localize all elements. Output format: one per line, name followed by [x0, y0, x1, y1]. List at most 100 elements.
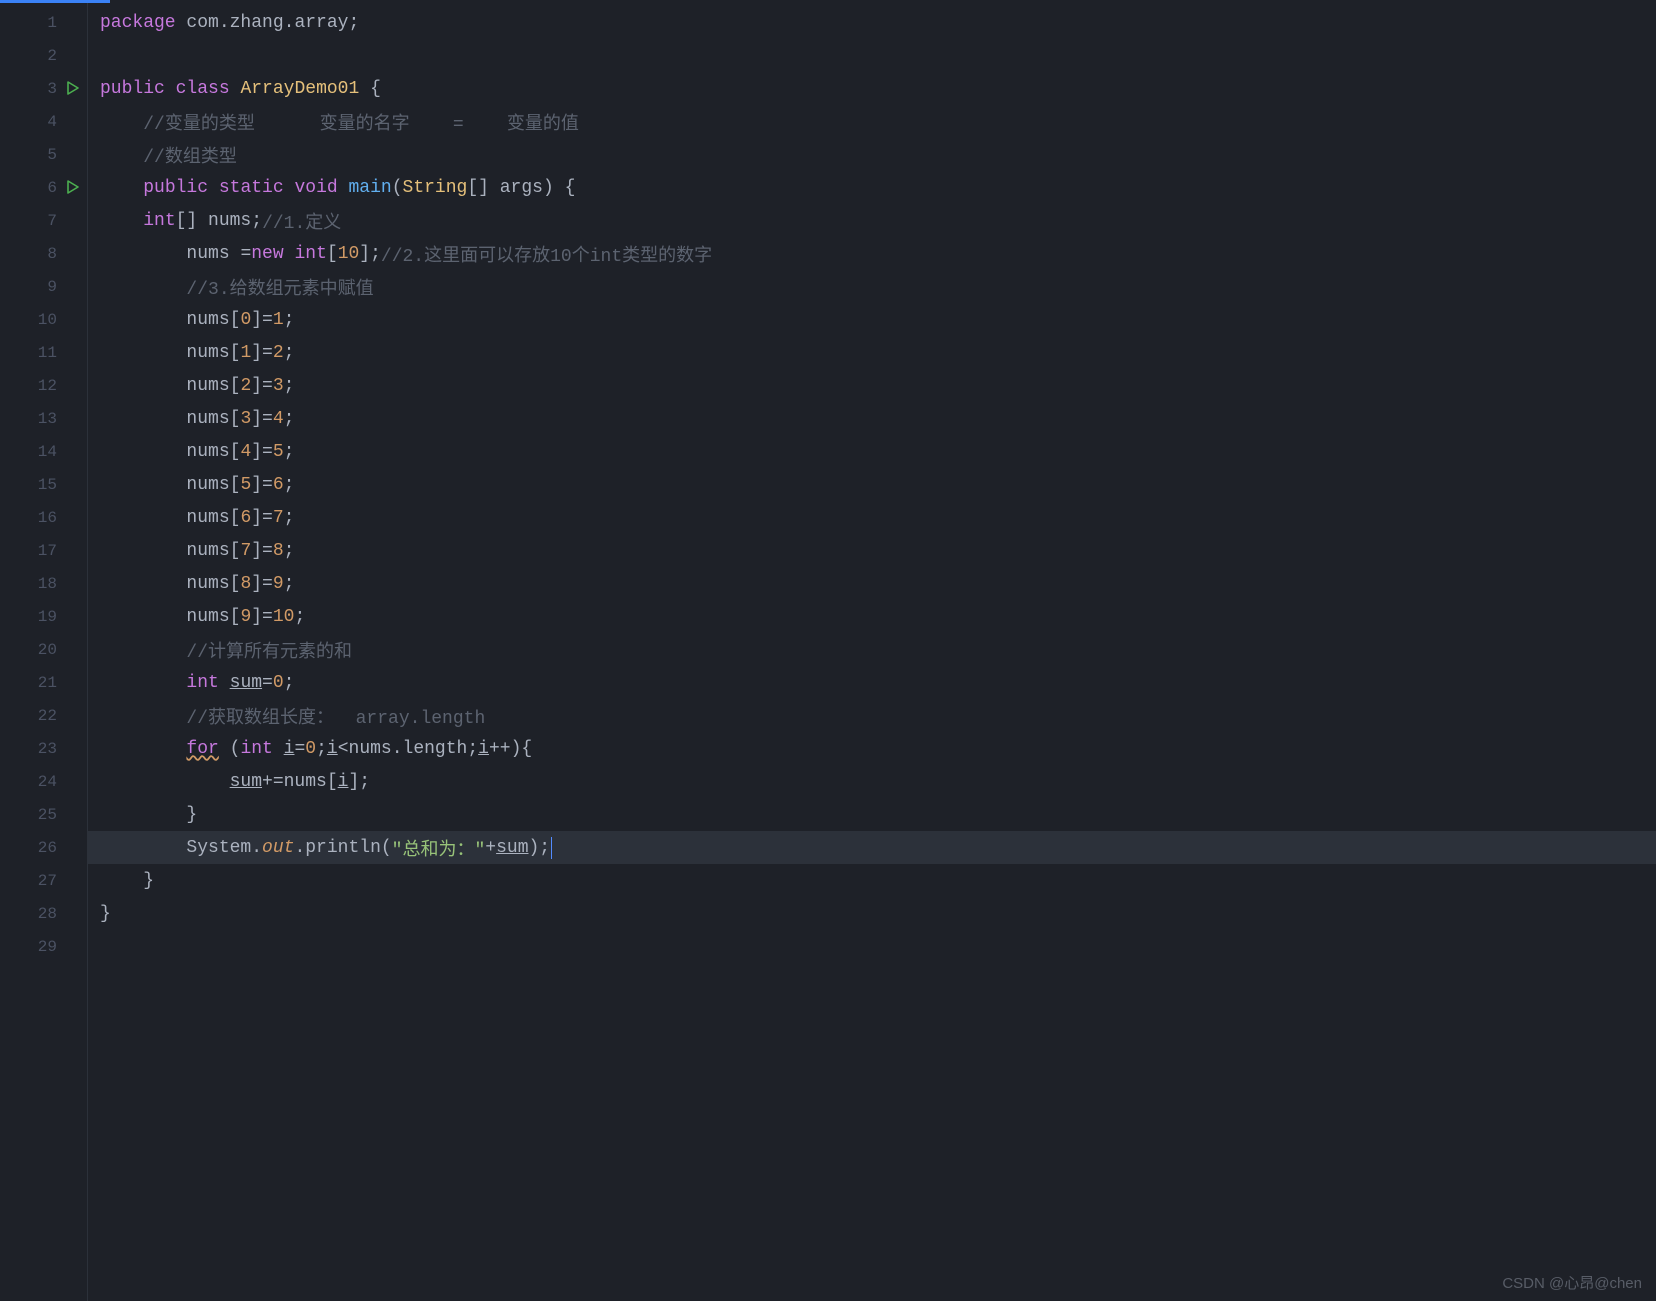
- code-area[interactable]: package com.zhang.array; public class Ar…: [88, 0, 1656, 1301]
- brace: {: [370, 79, 381, 99]
- code-line[interactable]: nums[3]=4;: [88, 402, 1656, 435]
- code-line[interactable]: sum+=nums[i];: [88, 765, 1656, 798]
- number: 4: [273, 409, 284, 429]
- identifier: i: [338, 772, 349, 792]
- keyword: static: [219, 178, 284, 198]
- punct: ]=: [251, 376, 273, 396]
- number: 2: [273, 343, 284, 363]
- run-icon[interactable]: [67, 180, 81, 196]
- code-line[interactable]: nums[7]=8;: [88, 534, 1656, 567]
- identifier: nums[: [186, 607, 240, 627]
- gutter-line-number[interactable]: 27: [0, 864, 87, 897]
- gutter-line-number[interactable]: 19: [0, 600, 87, 633]
- code-line[interactable]: int[] nums;//1.定义: [88, 204, 1656, 237]
- identifier: nums[: [186, 475, 240, 495]
- brackets: []: [176, 211, 208, 231]
- watermark: CSDN @心昂@chen: [1502, 1272, 1642, 1293]
- gutter-line-number[interactable]: 22: [0, 699, 87, 732]
- code-line[interactable]: }: [88, 864, 1656, 897]
- method-call: .println(: [294, 838, 391, 858]
- gutter-line-number[interactable]: 12: [0, 369, 87, 402]
- code-line[interactable]: public class ArrayDemo01 {: [88, 72, 1656, 105]
- gutter-line-number[interactable]: 21: [0, 666, 87, 699]
- identifier: System.: [186, 838, 262, 858]
- number: 5: [273, 442, 284, 462]
- punct: <nums.length;: [338, 739, 478, 759]
- semicolon: ;: [316, 739, 327, 759]
- number: 3: [273, 376, 284, 396]
- code-line[interactable]: //计算所有元素的和: [88, 633, 1656, 666]
- brace: }: [186, 805, 197, 825]
- code-line[interactable]: int sum=0;: [88, 666, 1656, 699]
- code-line[interactable]: //获取数组长度： array.length: [88, 699, 1656, 732]
- code-line[interactable]: [88, 930, 1656, 963]
- gutter-line-number[interactable]: 25: [0, 798, 87, 831]
- package-path: com.zhang.array: [176, 13, 349, 33]
- code-line[interactable]: //变量的类型 变量的名字 = 变量的值: [88, 105, 1656, 138]
- number: 2: [240, 376, 251, 396]
- identifier: nums[: [186, 310, 240, 330]
- code-line[interactable]: for (int i=0;i<nums.length;i++){: [88, 732, 1656, 765]
- code-line[interactable]: //数组类型: [88, 138, 1656, 171]
- gutter-line-number[interactable]: 14: [0, 435, 87, 468]
- gutter-line-number[interactable]: 29: [0, 930, 87, 963]
- identifier: sum: [230, 772, 262, 792]
- number: 8: [273, 541, 284, 561]
- identifier: nums: [186, 244, 240, 264]
- gutter-line-number[interactable]: 6: [0, 171, 87, 204]
- gutter-line-number[interactable]: 8: [0, 237, 87, 270]
- code-line[interactable]: nums[1]=2;: [88, 336, 1656, 369]
- punct: ]=: [251, 475, 273, 495]
- gutter[interactable]: 1234567891011121314151617181920212223242…: [0, 0, 88, 1301]
- gutter-line-number[interactable]: 18: [0, 567, 87, 600]
- gutter-line-number[interactable]: 24: [0, 765, 87, 798]
- semicolon: ;: [284, 310, 295, 330]
- code-line[interactable]: package com.zhang.array;: [88, 6, 1656, 39]
- gutter-line-number[interactable]: 11: [0, 336, 87, 369]
- code-line[interactable]: nums[2]=3;: [88, 369, 1656, 402]
- gutter-line-number[interactable]: 7: [0, 204, 87, 237]
- number: 10: [338, 244, 360, 264]
- gutter-line-number[interactable]: 10: [0, 303, 87, 336]
- code-line[interactable]: nums[0]=1;: [88, 303, 1656, 336]
- gutter-line-number[interactable]: 15: [0, 468, 87, 501]
- code-line[interactable]: nums[5]=6;: [88, 468, 1656, 501]
- code-line[interactable]: nums[4]=5;: [88, 435, 1656, 468]
- static-field: out: [262, 838, 294, 858]
- gutter-line-number[interactable]: 4: [0, 105, 87, 138]
- code-line[interactable]: //3.给数组元素中赋值: [88, 270, 1656, 303]
- identifier: nums[: [186, 409, 240, 429]
- gutter-line-number[interactable]: 5: [0, 138, 87, 171]
- code-line[interactable]: }: [88, 798, 1656, 831]
- code-line[interactable]: nums[9]=10;: [88, 600, 1656, 633]
- gutter-line-number[interactable]: 16: [0, 501, 87, 534]
- code-line[interactable]: nums[8]=9;: [88, 567, 1656, 600]
- code-line[interactable]: public static void main(String[] args) {: [88, 171, 1656, 204]
- code-line[interactable]: }: [88, 897, 1656, 930]
- number: 7: [240, 541, 251, 561]
- gutter-line-number[interactable]: 20: [0, 633, 87, 666]
- gutter-line-number[interactable]: 26: [0, 831, 87, 864]
- code-editor[interactable]: 1234567891011121314151617181920212223242…: [0, 0, 1656, 1301]
- gutter-line-number[interactable]: 3: [0, 72, 87, 105]
- gutter-line-number[interactable]: 2: [0, 39, 87, 72]
- gutter-line-number[interactable]: 17: [0, 534, 87, 567]
- string: "总和为：": [392, 835, 486, 861]
- gutter-line-number[interactable]: 1: [0, 6, 87, 39]
- code-line[interactable]: nums =new int[10];//2.这里面可以存放10个int类型的数字: [88, 237, 1656, 270]
- identifier: nums[: [186, 574, 240, 594]
- punct: ]=: [251, 409, 273, 429]
- code-line-current[interactable]: System.out.println("总和为："+sum);: [88, 831, 1656, 864]
- paren: (: [392, 178, 403, 198]
- code-line[interactable]: nums[6]=7;: [88, 501, 1656, 534]
- code-line[interactable]: [88, 39, 1656, 72]
- keyword: for: [186, 739, 218, 759]
- gutter-line-number[interactable]: 9: [0, 270, 87, 303]
- gutter-line-number[interactable]: 23: [0, 732, 87, 765]
- keyword: int: [186, 673, 229, 693]
- punct: ];: [348, 772, 370, 792]
- run-icon[interactable]: [67, 81, 81, 97]
- gutter-line-number[interactable]: 13: [0, 402, 87, 435]
- number: 8: [240, 574, 251, 594]
- gutter-line-number[interactable]: 28: [0, 897, 87, 930]
